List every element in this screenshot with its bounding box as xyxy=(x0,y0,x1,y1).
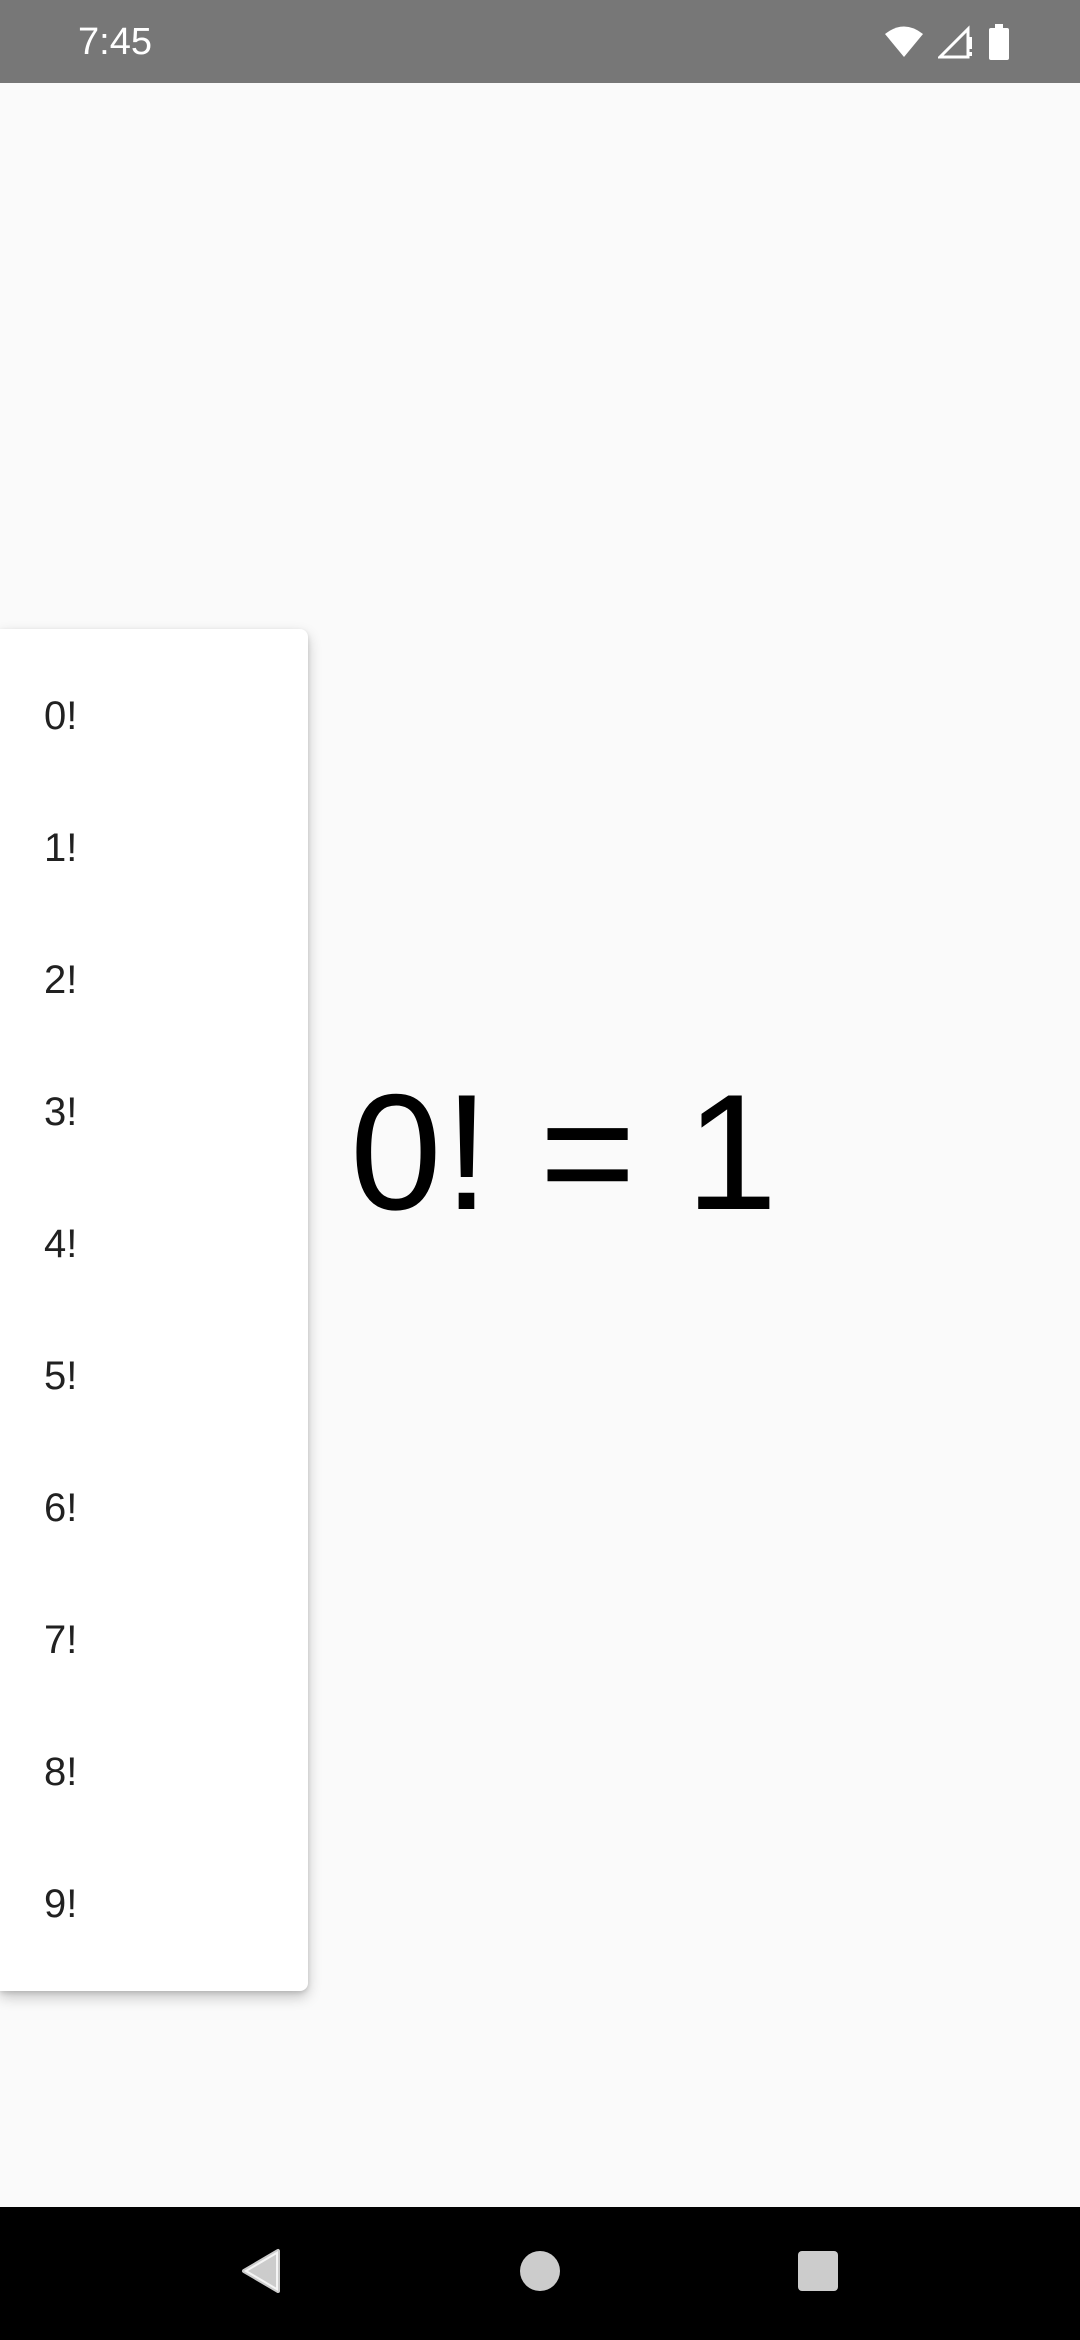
signal-icon xyxy=(938,25,974,59)
menu-item-0[interactable]: 0! xyxy=(0,650,308,782)
factorial-dropdown-menu: 0! 1! 2! 3! 4! 5! 6! 7! 8! 9! xyxy=(0,629,308,1991)
home-icon xyxy=(518,2249,562,2298)
recents-icon xyxy=(797,2250,839,2297)
wifi-icon xyxy=(884,25,924,59)
home-button[interactable] xyxy=(460,2207,620,2340)
menu-item-4[interactable]: 4! xyxy=(0,1178,308,1310)
menu-item-8[interactable]: 8! xyxy=(0,1706,308,1838)
menu-item-3[interactable]: 3! xyxy=(0,1046,308,1178)
menu-item-5[interactable]: 5! xyxy=(0,1310,308,1442)
menu-item-7[interactable]: 7! xyxy=(0,1574,308,1706)
factorial-result: 0! = 1 xyxy=(350,1060,780,1244)
back-icon xyxy=(238,2247,282,2300)
menu-item-2[interactable]: 2! xyxy=(0,914,308,1046)
menu-item-1[interactable]: 1! xyxy=(0,782,308,914)
battery-icon xyxy=(988,24,1010,60)
status-bar: 7:45 xyxy=(0,0,1080,83)
back-button[interactable] xyxy=(180,2207,340,2340)
menu-item-9[interactable]: 9! xyxy=(0,1838,308,1970)
status-icons xyxy=(884,20,1010,64)
status-time: 7:45 xyxy=(78,21,152,63)
navigation-bar xyxy=(0,2207,1080,2340)
recents-button[interactable] xyxy=(738,2207,898,2340)
menu-item-6[interactable]: 6! xyxy=(0,1442,308,1574)
